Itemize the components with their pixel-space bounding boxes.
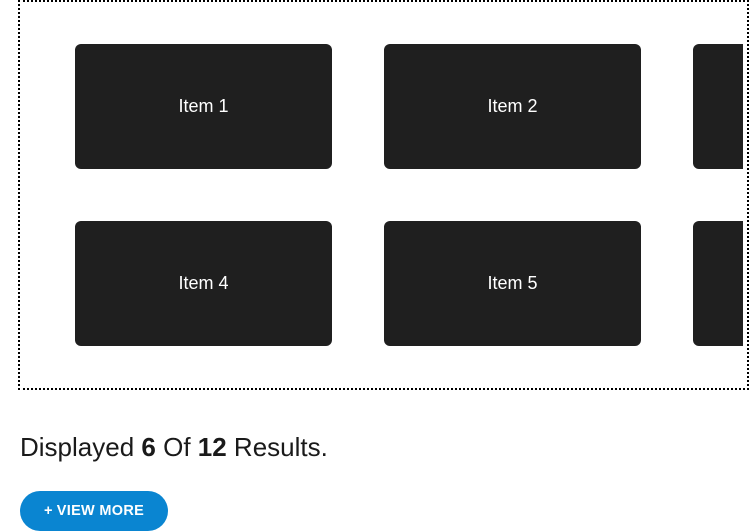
items-grid: Item 1 Item 2 Item 3 Item 4 Item 5 Item … bbox=[75, 44, 747, 346]
grid-item[interactable]: Item 4 bbox=[75, 221, 332, 346]
grid-item[interactable]: Item 6 bbox=[693, 221, 743, 346]
results-total-count: 12 bbox=[198, 432, 227, 462]
grid-item-label: Item 5 bbox=[487, 273, 537, 294]
grid-item[interactable]: Item 1 bbox=[75, 44, 332, 169]
grid-item-label: Item 4 bbox=[178, 273, 228, 294]
grid-item[interactable]: Item 2 bbox=[384, 44, 641, 169]
results-summary: Displayed 6 Of 12 Results. bbox=[20, 432, 749, 463]
grid-item-label: Item 1 bbox=[178, 96, 228, 117]
view-more-button[interactable]: + VIEW MORE bbox=[20, 491, 168, 531]
results-prefix: Displayed bbox=[20, 432, 141, 462]
results-displayed-count: 6 bbox=[141, 432, 155, 462]
plus-icon: + bbox=[44, 503, 53, 519]
results-suffix: Results. bbox=[227, 432, 328, 462]
grid-item[interactable]: Item 3 bbox=[693, 44, 743, 169]
grid-item[interactable]: Item 5 bbox=[384, 221, 641, 346]
results-middle: Of bbox=[156, 432, 198, 462]
grid-item-label: Item 2 bbox=[487, 96, 537, 117]
items-grid-wrapper: Item 1 Item 2 Item 3 Item 4 Item 5 Item … bbox=[18, 0, 749, 390]
view-more-label: VIEW MORE bbox=[57, 503, 144, 519]
page-container: Item 1 Item 2 Item 3 Item 4 Item 5 Item … bbox=[0, 0, 749, 532]
